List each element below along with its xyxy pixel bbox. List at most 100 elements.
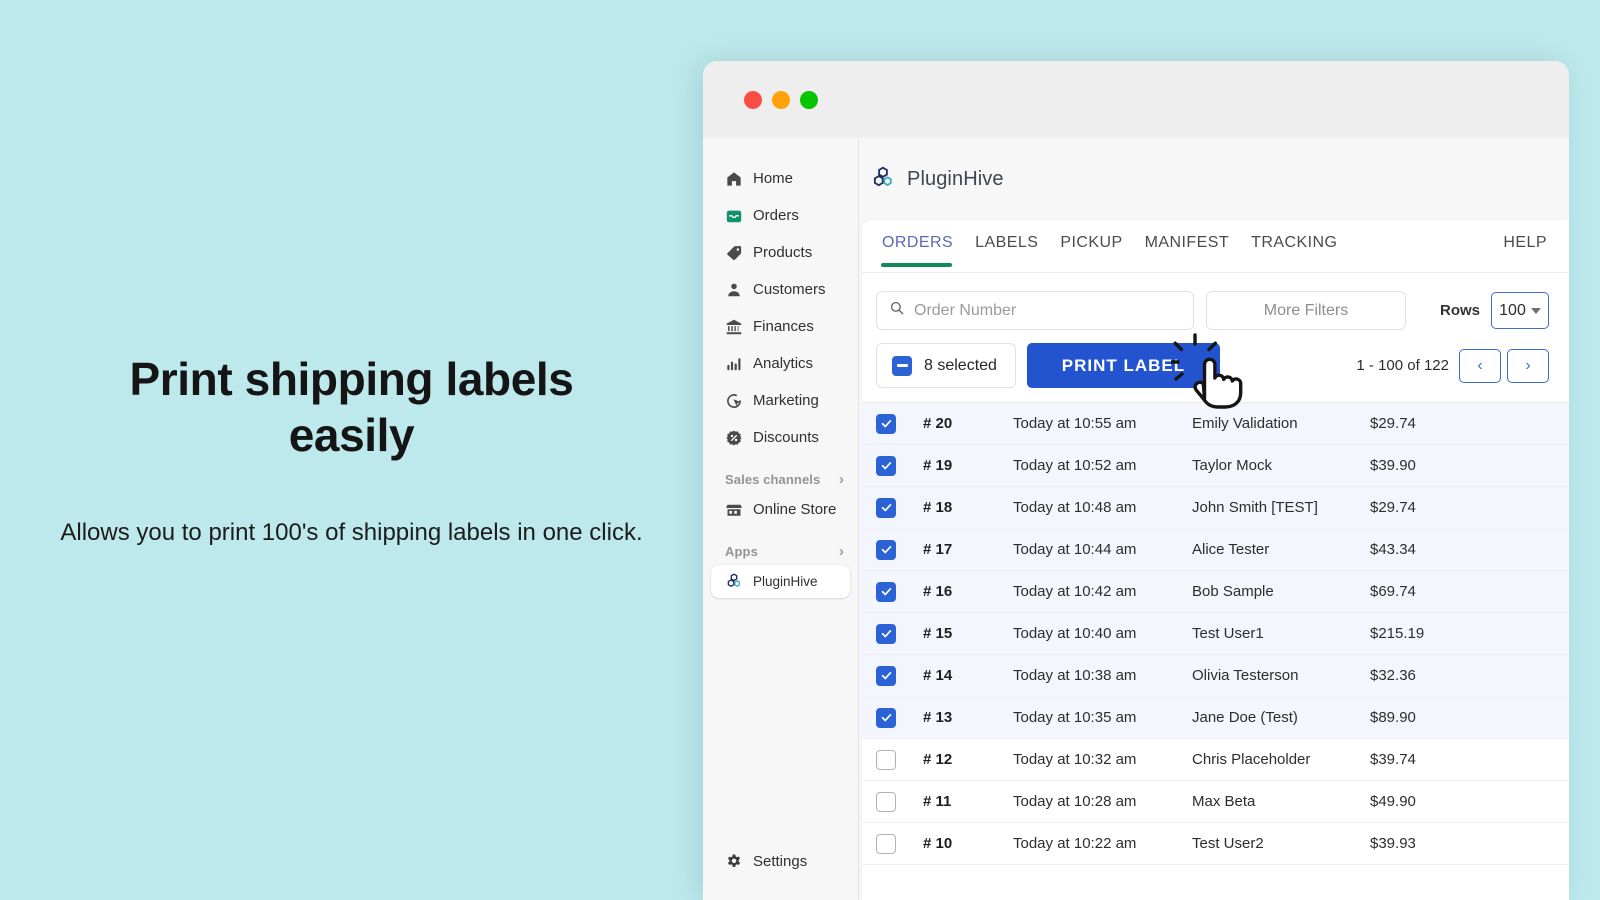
row-checkbox[interactable]: [876, 666, 923, 686]
table-row[interactable]: # 11Today at 10:28 amMax Beta$49.90: [862, 781, 1569, 823]
tab-manifest[interactable]: MANIFEST: [1145, 234, 1230, 266]
unchecked-checkbox-icon[interactable]: [876, 750, 896, 770]
pagination-range-label: 1 - 100 of 122: [1356, 357, 1449, 374]
row-checkbox[interactable]: [876, 498, 923, 518]
tab-tracking[interactable]: TRACKING: [1251, 234, 1337, 266]
pagination-buttons: ‹ ›: [1459, 349, 1549, 383]
sidebar-section-apps[interactable]: Apps ›: [725, 544, 844, 559]
row-checkbox[interactable]: [876, 624, 923, 644]
order-amount: $49.90: [1370, 793, 1569, 810]
order-number: # 19: [923, 457, 1013, 474]
order-amount: $215.19: [1370, 625, 1569, 642]
table-row[interactable]: # 14Today at 10:38 amOlivia Testerson$32…: [862, 655, 1569, 697]
sidebar-item-analytics[interactable]: Analytics: [711, 345, 850, 382]
page-title: PluginHive: [907, 168, 1004, 191]
checked-checkbox-icon[interactable]: [876, 708, 896, 728]
checked-checkbox-icon[interactable]: [876, 624, 896, 644]
gear-icon: [725, 853, 743, 871]
sidebar-item-online-store[interactable]: Online Store: [711, 491, 850, 528]
order-amount: $29.74: [1370, 499, 1569, 516]
row-checkbox[interactable]: [876, 540, 923, 560]
sidebar-section-sales-channels[interactable]: Sales channels ›: [725, 472, 844, 487]
rows-control: Rows 100: [1440, 292, 1549, 329]
table-row[interactable]: # 19Today at 10:52 amTaylor Mock$39.90: [862, 445, 1569, 487]
order-customer: Bob Sample: [1192, 583, 1370, 600]
order-customer: Test User2: [1192, 835, 1370, 852]
sidebar-item-customers[interactable]: Customers: [711, 271, 850, 308]
products-tag-icon: [725, 244, 743, 262]
table-row[interactable]: # 20Today at 10:55 amEmily Validation$29…: [862, 403, 1569, 445]
row-checkbox[interactable]: [876, 834, 923, 854]
table-row[interactable]: # 13Today at 10:35 amJane Doe (Test)$89.…: [862, 697, 1569, 739]
row-checkbox[interactable]: [876, 708, 923, 728]
table-row[interactable]: # 10Today at 10:22 amTest User2$39.93: [862, 823, 1569, 865]
unchecked-checkbox-icon[interactable]: [876, 792, 896, 812]
order-date: Today at 10:44 am: [1013, 541, 1192, 558]
table-row[interactable]: # 12Today at 10:32 amChris Placeholder$3…: [862, 739, 1569, 781]
table-row[interactable]: # 18Today at 10:48 amJohn Smith [TEST]$2…: [862, 487, 1569, 529]
next-page-button[interactable]: ›: [1507, 349, 1549, 383]
checked-checkbox-icon[interactable]: [876, 540, 896, 560]
sidebar-item-discounts[interactable]: Discounts: [711, 419, 850, 456]
order-number: # 20: [923, 415, 1013, 432]
checked-checkbox-icon[interactable]: [876, 456, 896, 476]
row-checkbox[interactable]: [876, 414, 923, 434]
order-date: Today at 10:28 am: [1013, 793, 1192, 810]
search-input[interactable]: Order Number: [876, 291, 1194, 330]
sidebar-item-pluginhive[interactable]: PluginHive: [711, 565, 850, 598]
tab-bar: ORDERS LABELS PICKUP MANIFEST TRACKING H…: [862, 220, 1569, 273]
checked-checkbox-icon[interactable]: [876, 414, 896, 434]
order-date: Today at 10:32 am: [1013, 751, 1192, 768]
discounts-percent-icon: [725, 429, 743, 447]
minimize-window-button[interactable]: [772, 91, 790, 109]
sidebar-item-products[interactable]: Products: [711, 234, 850, 271]
sidebar-item-marketing[interactable]: Marketing: [711, 382, 850, 419]
sidebar-item-finances[interactable]: Finances: [711, 308, 850, 345]
order-number: # 11: [923, 793, 1013, 810]
sidebar-item-label: Marketing: [753, 392, 819, 409]
order-customer: Emily Validation: [1192, 415, 1370, 432]
search-icon: [889, 300, 905, 321]
checked-checkbox-icon[interactable]: [876, 582, 896, 602]
close-window-button[interactable]: [744, 91, 762, 109]
rows-select[interactable]: 100: [1491, 292, 1549, 329]
checked-checkbox-icon[interactable]: [876, 666, 896, 686]
promo-headline: Print shipping labels easily: [87, 351, 617, 463]
main-panel: PluginHive ORDERS LABELS PICKUP MANIFEST…: [859, 138, 1569, 900]
print-label-button[interactable]: PRINT LABEL: [1027, 343, 1220, 388]
indeterminate-checkbox-icon[interactable]: [892, 356, 912, 376]
order-number: # 14: [923, 667, 1013, 684]
checked-checkbox-icon[interactable]: [876, 498, 896, 518]
chevron-right-icon: ›: [839, 472, 844, 487]
sidebar-item-label: Orders: [753, 207, 799, 224]
selected-count-label: 8 selected: [924, 357, 997, 375]
previous-page-button[interactable]: ‹: [1459, 349, 1501, 383]
select-all-toggle[interactable]: 8 selected: [876, 343, 1016, 388]
sidebar-item-label: Settings: [753, 853, 807, 870]
sidebar-item-orders[interactable]: Orders: [711, 197, 850, 234]
tab-help[interactable]: HELP: [1503, 234, 1547, 266]
tab-pickup[interactable]: PICKUP: [1060, 234, 1122, 266]
row-checkbox[interactable]: [876, 456, 923, 476]
sidebar-item-settings[interactable]: Settings: [711, 843, 850, 880]
table-row[interactable]: # 17Today at 10:44 amAlice Tester$43.34: [862, 529, 1569, 571]
analytics-bars-icon: [725, 355, 743, 373]
window-controls: [744, 91, 818, 109]
row-checkbox[interactable]: [876, 792, 923, 812]
row-checkbox[interactable]: [876, 750, 923, 770]
maximize-window-button[interactable]: [800, 91, 818, 109]
row-checkbox[interactable]: [876, 582, 923, 602]
sidebar-item-label: Discounts: [753, 429, 819, 446]
window-titlebar: [703, 61, 1569, 138]
table-row[interactable]: # 15Today at 10:40 amTest User1$215.19: [862, 613, 1569, 655]
order-date: Today at 10:55 am: [1013, 415, 1192, 432]
filter-row: Order Number More Filters Rows 100: [862, 273, 1569, 330]
marketing-target-icon: [725, 392, 743, 410]
tab-labels[interactable]: LABELS: [975, 234, 1038, 266]
more-filters-button[interactable]: More Filters: [1206, 291, 1406, 330]
order-number: # 18: [923, 499, 1013, 516]
table-row[interactable]: # 16Today at 10:42 amBob Sample$69.74: [862, 571, 1569, 613]
sidebar-item-home[interactable]: Home: [711, 160, 850, 197]
unchecked-checkbox-icon[interactable]: [876, 834, 896, 854]
tab-orders[interactable]: ORDERS: [882, 234, 953, 266]
